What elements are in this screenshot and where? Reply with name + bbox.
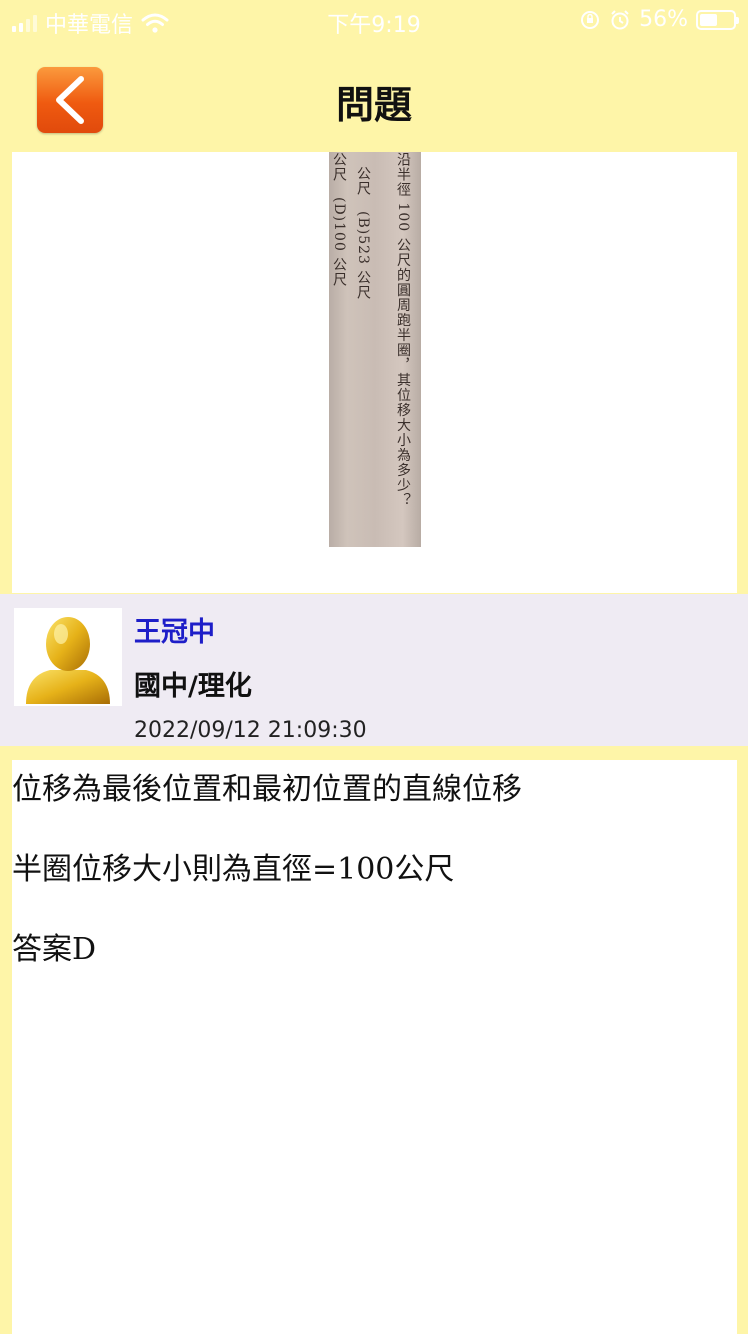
photo-text-line: 沿半徑 100 公尺的圓周跑半圈，其位移大小為多少？: [395, 152, 411, 508]
author-name[interactable]: 王冠中: [134, 610, 215, 649]
navigation-bar: 問題: [0, 42, 748, 150]
photo-text-line: 公尺 (B)523 公尺: [355, 166, 371, 301]
battery-percent: 56%: [639, 7, 688, 32]
post-timestamp: 2022/09/12 21:09:30: [134, 718, 367, 743]
alarm-icon: [611, 9, 629, 29]
page-title: 問題: [335, 83, 412, 127]
status-right: 56%: [579, 7, 739, 32]
author-bar: 王冠中 國中/理化 2022/09/12 21:09:30: [0, 594, 748, 746]
battery-icon: [696, 9, 739, 30]
answer-text: 半圈位移大小則為直徑=100公尺: [12, 852, 455, 887]
rotation-lock-icon: [581, 10, 600, 29]
user-avatar-icon: [26, 617, 110, 704]
question-photo[interactable]: 沿半徑 100 公尺的圓周跑半圈，其位移大小為多少？ 公尺 (B)523 公尺 …: [329, 152, 421, 547]
photo-text-line: 公尺 (D)100 公尺: [331, 152, 347, 288]
answer-text: 答案D: [12, 932, 97, 967]
subject-label: 國中/理化: [134, 671, 252, 702]
question-panel: 沿半徑 100 公尺的圓周跑半圈，其位移大小為多少？ 公尺 (B)523 公尺 …: [12, 152, 737, 593]
status-bar: 中華電信 下午9:19 56%: [0, 0, 748, 42]
answer-panel: 位移為最後位置和最初位置的直線位移 半圈位移大小則為直徑=100公尺 答案D: [12, 760, 737, 1334]
answer-text: 位移為最後位置和最初位置的直線位移: [12, 772, 522, 807]
avatar: [14, 608, 122, 706]
